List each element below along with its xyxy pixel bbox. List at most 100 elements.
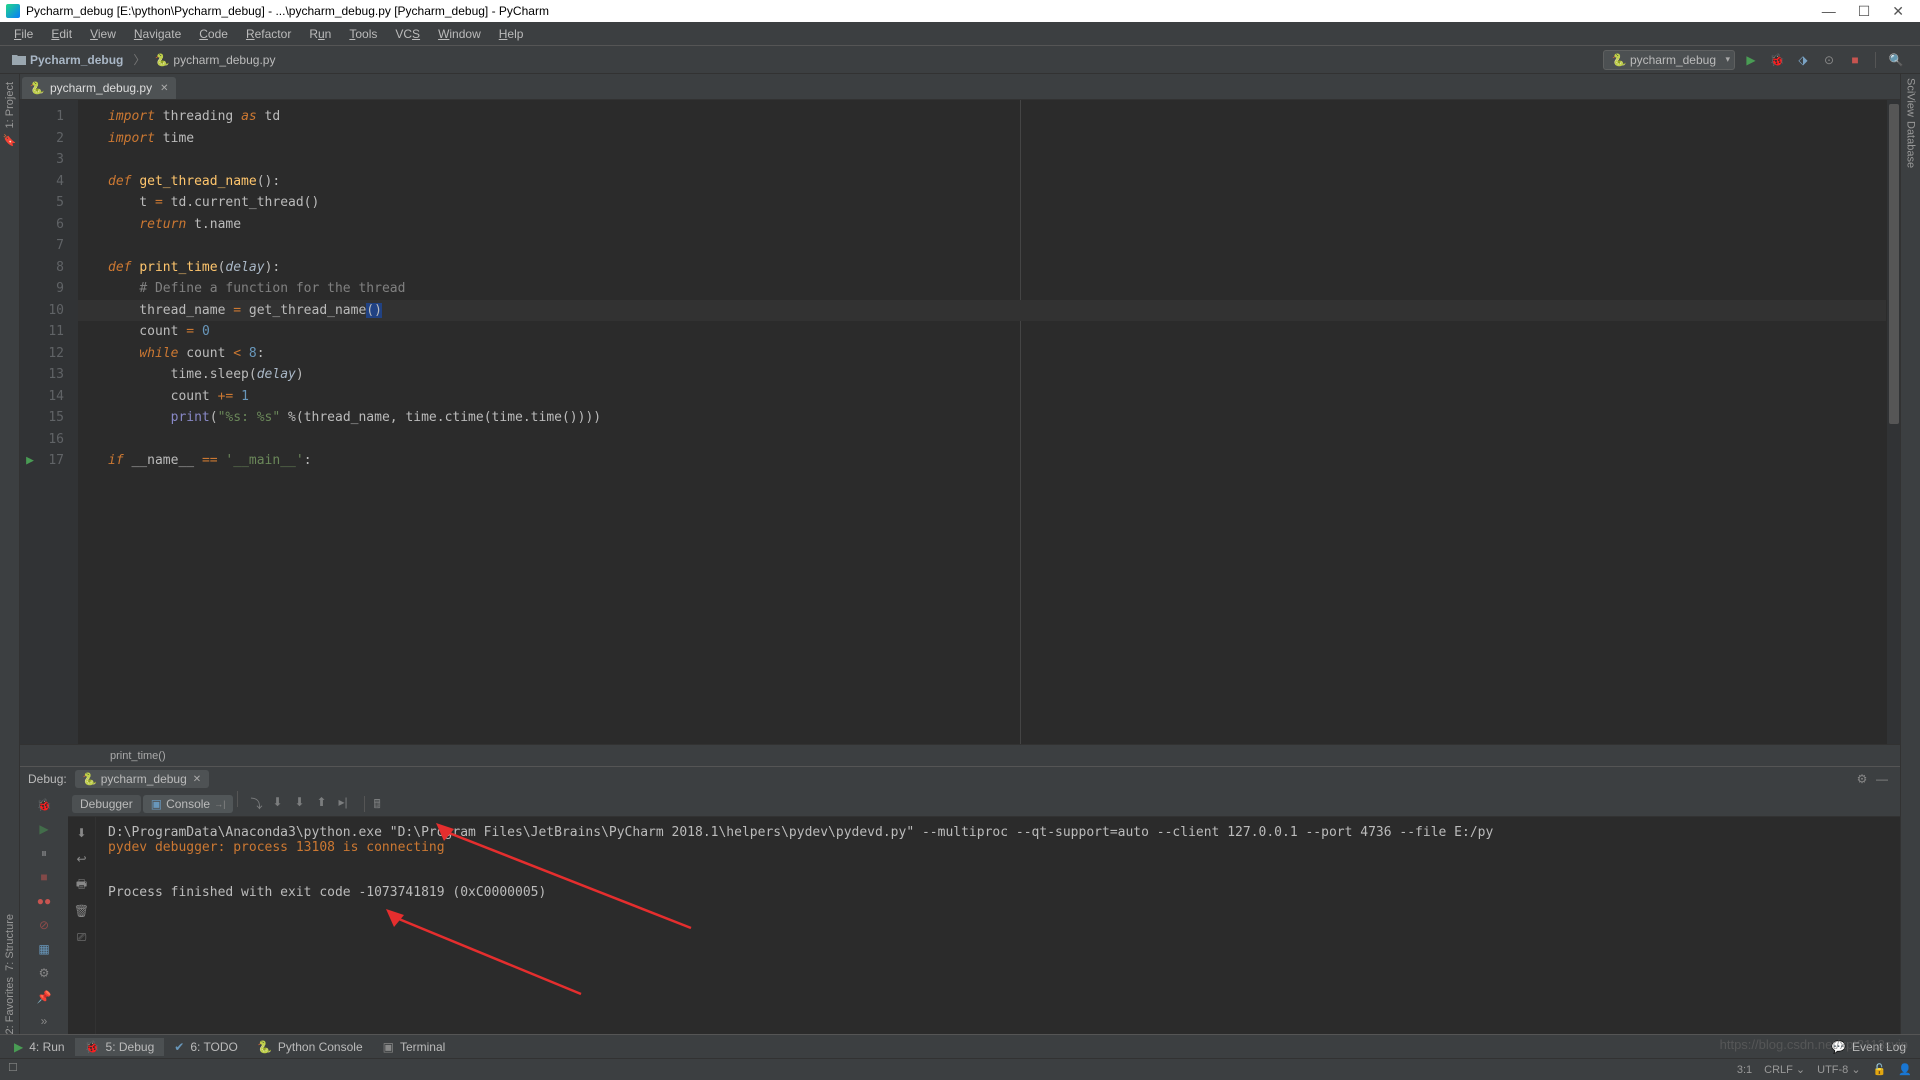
tool-sciview[interactable]: SciView <box>1905 78 1917 117</box>
breadcrumb-file-label: pycharm_debug.py <box>173 53 275 67</box>
menu-run[interactable]: Run <box>301 25 339 43</box>
editor-tab-file[interactable]: 🐍 pycharm_debug.py ✕ <box>22 77 176 99</box>
console-output[interactable]: D:\ProgramData\Anaconda3\python.exe "D:\… <box>96 817 1900 1034</box>
tab-todo[interactable]: ✔ 6: TODO <box>164 1038 248 1056</box>
menu-refactor[interactable]: Refactor <box>238 25 299 43</box>
play-icon: ▶ <box>14 1040 23 1054</box>
debug-action-column: 🐞 ▶ ⏸ ■ ●● ⊘ ▦ ⚙ 📌 » <box>20 791 68 1034</box>
tab-terminal-label: Terminal <box>400 1040 445 1054</box>
coverage-button[interactable]: ⬗ <box>1793 50 1813 70</box>
status-caret-position[interactable]: 3:1 <box>1737 1064 1752 1076</box>
close-icon[interactable]: ✕ <box>1892 3 1904 20</box>
settings-icon[interactable]: ⚙ <box>34 963 54 983</box>
status-inspections-icon[interactable]: 👤 <box>1898 1063 1912 1076</box>
menu-code[interactable]: Code <box>191 25 236 43</box>
step-over-icon[interactable]: ⤵ <box>250 795 268 813</box>
resume-icon[interactable]: ▶ <box>34 819 54 839</box>
tool-window-quick-access-icon[interactable]: ☐ <box>8 1061 26 1079</box>
console-line <box>108 870 1888 885</box>
code-breadcrumb[interactable]: print_time() <box>20 744 1900 766</box>
minimize-icon[interactable]: — <box>1822 3 1836 19</box>
menu-window[interactable]: Window <box>430 25 489 43</box>
search-everywhere-button[interactable]: 🔍 <box>1886 50 1906 70</box>
editor-tabs: 🐍 pycharm_debug.py ✕ <box>20 74 1900 100</box>
filter-icon[interactable]: ⎚ <box>72 927 92 947</box>
window-title: Pycharm_debug [E:\python\Pycharm_debug] … <box>26 4 1822 18</box>
step-into-icon[interactable]: ⬇ <box>272 795 290 813</box>
menu-tools[interactable]: Tools <box>341 25 385 43</box>
print-icon[interactable]: 🖶 <box>72 875 92 895</box>
pause-icon[interactable]: ⏸ <box>34 843 54 863</box>
soft-wrap-icon[interactable]: ↩ <box>72 849 92 869</box>
maximize-icon[interactable]: ☐ <box>1858 3 1871 20</box>
breadcrumb-project[interactable]: Pycharm_debug <box>6 51 129 69</box>
close-session-icon[interactable]: ✕ <box>193 774 201 785</box>
editor-scrollbar[interactable] <box>1886 100 1900 744</box>
tool-favorites[interactable]: 2: Favorites <box>4 977 16 1034</box>
tab-run[interactable]: ▶ 4: Run <box>4 1038 75 1056</box>
more-icon[interactable]: » <box>34 1011 54 1031</box>
run-configuration-selector[interactable]: 🐍 pycharm_debug <box>1603 50 1735 70</box>
minimize-panel-icon[interactable]: — <box>1872 769 1892 789</box>
annotation-arrow <box>386 909 586 1003</box>
breadcrumb-file[interactable]: 🐍 pycharm_debug.py <box>149 51 281 69</box>
tab-debugger[interactable]: Debugger <box>72 795 141 813</box>
line-number: 7 <box>20 235 64 257</box>
navigation-bar: Pycharm_debug 〉 🐍 pycharm_debug.py 🐍 pyc… <box>0 46 1920 74</box>
code-text[interactable]: import threading as td import time def g… <box>78 100 1886 744</box>
debug-session-label: pycharm_debug <box>101 772 187 786</box>
debug-button[interactable]: 🐞 <box>1767 50 1787 70</box>
rerun-debug-icon[interactable]: 🐞 <box>34 795 54 815</box>
status-encoding[interactable]: UTF-8 ⌄ <box>1817 1063 1860 1076</box>
mute-breakpoints-icon[interactable]: ⊘ <box>34 915 54 935</box>
code-editor[interactable]: 1 2 3 4 5 6 7 8 9 10 11 12 13 14 15 16 1… <box>20 100 1900 744</box>
run-to-cursor-icon[interactable]: ▸| <box>338 795 356 813</box>
console-line: Process finished with exit code -1073741… <box>108 885 1888 900</box>
gear-icon[interactable]: ⚙ <box>1852 769 1872 789</box>
menu-help[interactable]: Help <box>491 25 532 43</box>
menu-navigate[interactable]: Navigate <box>126 25 189 43</box>
menu-edit[interactable]: Edit <box>43 25 80 43</box>
tool-structure[interactable]: 7: Structure <box>4 914 16 971</box>
menu-file[interactable]: File <box>6 25 41 43</box>
folder-icon <box>12 54 26 66</box>
tab-debug-bottom[interactable]: 🐞 5: Debug <box>75 1038 165 1056</box>
bookmark-icon[interactable]: 🔖 <box>3 134 17 147</box>
menu-bar: File Edit View Navigate Code Refactor Ru… <box>0 22 1920 46</box>
tab-console[interactable]: ▣ Console →| <box>143 795 234 813</box>
line-number: 3 <box>20 149 64 171</box>
run-gutter-icon[interactable]: ▶ <box>26 450 34 472</box>
menu-vcs[interactable]: VCS <box>387 25 428 43</box>
stop-button[interactable]: ■ <box>1845 50 1865 70</box>
pin-icon[interactable]: 📌 <box>34 987 54 1007</box>
view-breakpoints-icon[interactable]: ●● <box>34 891 54 911</box>
run-button[interactable]: ▶ <box>1741 50 1761 70</box>
run-config-label: pycharm_debug <box>1630 53 1716 67</box>
stop-debug-icon[interactable]: ■ <box>34 867 54 887</box>
status-readonly-icon[interactable]: 🔓 <box>1873 1063 1887 1076</box>
tool-project[interactable]: 1: Project <box>4 82 16 128</box>
debug-session-tab[interactable]: 🐍 pycharm_debug ✕ <box>75 770 209 788</box>
pycharm-icon <box>6 4 20 18</box>
menu-view[interactable]: View <box>82 25 124 43</box>
status-line-separator[interactable]: CRLF ⌄ <box>1764 1063 1805 1076</box>
profile-button[interactable]: ⊙ <box>1819 50 1839 70</box>
evaluate-icon[interactable]: 🖩 <box>373 795 391 813</box>
layout-icon[interactable]: ▦ <box>34 939 54 959</box>
python-file-icon: 🐍 <box>155 53 169 67</box>
tab-todo-label: 6: TODO <box>190 1040 238 1054</box>
python-icon: 🐍 <box>1612 53 1626 67</box>
force-step-into-icon[interactable]: ⬇ <box>294 795 312 813</box>
tool-database[interactable]: Database <box>1905 121 1917 168</box>
close-tab-icon[interactable]: ✕ <box>160 83 168 94</box>
line-number: 10 <box>20 300 64 322</box>
tab-terminal[interactable]: ▣ Terminal <box>373 1038 456 1056</box>
line-number: 2 <box>20 128 64 150</box>
separator-icon <box>237 791 238 807</box>
tab-python-console[interactable]: 🐍 Python Console <box>248 1038 373 1056</box>
scrollbar-thumb[interactable] <box>1889 104 1899 424</box>
step-out-icon[interactable]: ⬆ <box>316 795 334 813</box>
line-number: 15 <box>20 407 64 429</box>
clear-icon[interactable]: 🗑 <box>72 901 92 921</box>
scroll-end-icon[interactable]: ⬇ <box>72 823 92 843</box>
